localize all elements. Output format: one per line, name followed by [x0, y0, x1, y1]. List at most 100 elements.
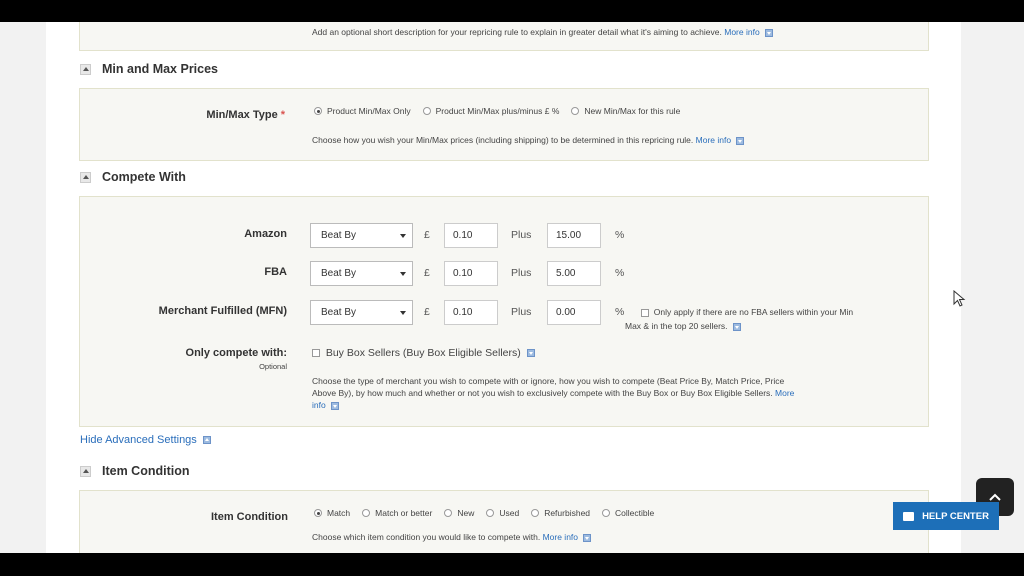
min-max-type-options: Product Min/Max Only Product Min/Max plu…: [314, 106, 692, 116]
expand-info-icon[interactable]: [736, 136, 745, 145]
buybox-checkbox[interactable]: [312, 349, 320, 358]
collapse-toggle-icon[interactable]: [80, 465, 91, 477]
radio-option[interactable]: Collectible: [602, 508, 654, 518]
radio-icon[interactable]: [422, 107, 431, 115]
percent-sign: %: [615, 306, 625, 318]
min-max-panel: Min/Max Type * Product Min/Max Only Produ…: [79, 88, 929, 161]
question-icon[interactable]: [732, 322, 741, 331]
section-compete-header[interactable]: Compete With: [80, 170, 186, 184]
compete-panel: Amazon Beat By £ 0.10 Plus 15.00 % FBA B…: [79, 196, 929, 427]
radio-label: Used: [499, 508, 520, 518]
amazon-strategy-select[interactable]: Beat By: [310, 223, 413, 248]
radio-option[interactable]: Match: [314, 508, 350, 518]
radio-icon[interactable]: [444, 509, 453, 517]
only-compete-label: Only compete with:: [185, 347, 287, 359]
radio-icon[interactable]: [531, 509, 540, 517]
fba-amount-input[interactable]: 0.10: [444, 261, 498, 286]
percent-sign: %: [615, 267, 625, 279]
radio-icon[interactable]: [486, 509, 495, 517]
chevron-down-icon: [400, 272, 406, 276]
help-center-label: HELP CENTER: [922, 510, 989, 522]
radio-label: Collectible: [615, 508, 655, 518]
radio-label: Match: [327, 508, 351, 518]
hide-advanced-settings-link[interactable]: Hide Advanced Settings: [80, 434, 211, 446]
more-info-link[interactable]: More info: [543, 532, 578, 542]
required-mark: *: [280, 109, 285, 121]
more-info-link[interactable]: More info: [724, 27, 759, 37]
description-help-text: Add an optional short description for yo…: [312, 27, 722, 37]
radio-option[interactable]: New: [444, 508, 474, 518]
radio-icon[interactable]: [362, 509, 371, 517]
fba-condition-checkbox[interactable]: [641, 308, 649, 317]
collapse-toggle-icon[interactable]: [80, 171, 91, 183]
compete-help: Choose the type of merchant you wish to …: [312, 375, 822, 411]
select-value: Beat By: [321, 307, 357, 318]
radio-label: Match or better: [375, 508, 433, 518]
collapse-icon[interactable]: [202, 436, 211, 445]
radio-option[interactable]: Match or better: [362, 508, 432, 518]
percent-sign: %: [615, 229, 625, 241]
select-value: Beat By: [321, 268, 357, 279]
radio-selected-icon[interactable]: [314, 509, 322, 517]
mfn-percent-input[interactable]: 0.00: [547, 300, 601, 325]
radio-label: New Min/Max for this rule: [584, 106, 681, 116]
currency-symbol: £: [424, 229, 430, 241]
radio-label: Refurbished: [544, 508, 591, 518]
expand-info-icon[interactable]: [583, 533, 592, 542]
expand-info-icon[interactable]: [765, 28, 774, 37]
radio-option[interactable]: Refurbished: [531, 508, 590, 518]
description-help: Add an optional short description for yo…: [312, 26, 774, 38]
fba-percent-input[interactable]: 5.00: [547, 261, 601, 286]
item-condition-help: Choose which item condition you would li…: [312, 531, 592, 543]
mfn-label: Merchant Fulfilled (MFN): [158, 305, 287, 317]
more-info-link[interactable]: More info: [696, 135, 731, 145]
select-value: Beat By: [321, 230, 357, 241]
radio-label: Product Min/Max plus/minus £ %: [435, 106, 560, 116]
optional-label: Optional: [259, 362, 287, 371]
checkbox-label-cont: Max & in the top 20 sellers.: [625, 321, 728, 331]
radio-option[interactable]: Used: [486, 508, 519, 518]
radio-icon[interactable]: [602, 509, 611, 517]
mfn-fba-condition: Only apply if there are no FBA sellers w…: [625, 306, 885, 332]
expand-info-icon[interactable]: [331, 401, 340, 410]
collapse-toggle-icon[interactable]: [80, 63, 91, 75]
label-text: Min/Max Type: [206, 109, 278, 121]
description-panel: Add an optional short description for yo…: [79, 22, 929, 51]
help-text: Choose how you wish your Min/Max prices …: [312, 135, 694, 145]
help-text-line: Choose the type of merchant you wish to …: [312, 376, 785, 386]
browser-viewport: Add an optional short description for yo…: [0, 22, 1024, 553]
help-center-icon: [903, 511, 915, 521]
chevron-down-icon: [400, 311, 406, 315]
radio-option[interactable]: Product Min/Max Only: [314, 106, 411, 116]
fba-label: FBA: [264, 266, 287, 278]
currency-symbol: £: [424, 306, 430, 318]
mfn-amount-input[interactable]: 0.10: [444, 300, 498, 325]
question-icon[interactable]: [526, 349, 535, 358]
section-min-max-header[interactable]: Min and Max Prices: [80, 62, 218, 76]
section-item-condition-header[interactable]: Item Condition: [80, 464, 190, 478]
link-text: Hide Advanced Settings: [80, 434, 197, 446]
mfn-strategy-select[interactable]: Beat By: [310, 300, 413, 325]
min-max-type-label: Min/Max Type *: [160, 109, 285, 121]
fba-strategy-select[interactable]: Beat By: [310, 261, 413, 286]
item-condition-panel: Item Condition Match Match or better New…: [79, 490, 929, 553]
help-text-line: Above By), by how much and whether or no…: [312, 388, 773, 398]
radio-option[interactable]: New Min/Max for this rule: [571, 106, 680, 116]
repricing-rule-form: Add an optional short description for yo…: [46, 22, 961, 553]
more-info-link[interactable]: info: [312, 400, 326, 410]
radio-option[interactable]: Product Min/Max plus/minus £ %: [422, 106, 560, 116]
amazon-percent-input[interactable]: 15.00: [547, 223, 601, 248]
buybox-option[interactable]: Buy Box Sellers (Buy Box Eligible Seller…: [312, 347, 535, 359]
plus-label: Plus: [511, 267, 532, 279]
item-condition-label: Item Condition: [211, 511, 288, 523]
amazon-amount-input[interactable]: 0.10: [444, 223, 498, 248]
help-center-button[interactable]: HELP CENTER: [893, 502, 999, 530]
more-info-link[interactable]: More: [775, 388, 794, 398]
min-max-help: Choose how you wish your Min/Max prices …: [312, 134, 745, 146]
radio-label: Product Min/Max Only: [327, 106, 411, 116]
buybox-label: Buy Box Sellers (Buy Box Eligible Seller…: [325, 347, 521, 359]
radio-label: New: [457, 508, 475, 518]
checkbox-label: Only apply if there are no FBA sellers w…: [653, 307, 854, 317]
radio-icon[interactable]: [571, 107, 580, 115]
radio-selected-icon[interactable]: [314, 107, 322, 115]
